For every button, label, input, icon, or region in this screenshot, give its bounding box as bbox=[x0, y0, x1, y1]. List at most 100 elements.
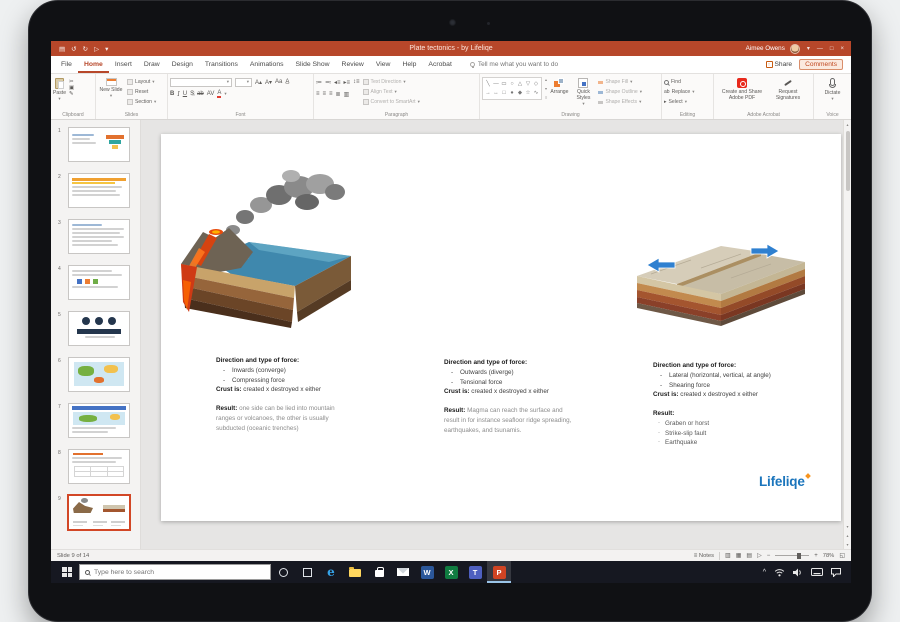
word-button[interactable]: W bbox=[415, 561, 439, 583]
tab-home[interactable]: Home bbox=[78, 56, 109, 73]
teams-button[interactable]: T bbox=[463, 561, 487, 583]
action-center-icon[interactable] bbox=[831, 568, 841, 577]
justify-button[interactable]: ≣ bbox=[336, 91, 341, 98]
minimize-icon[interactable]: — bbox=[817, 46, 823, 52]
reading-view-icon[interactable]: ▤ bbox=[746, 552, 752, 559]
close-icon[interactable]: × bbox=[840, 46, 844, 52]
replace-button[interactable]: abReplace▾ bbox=[664, 87, 695, 97]
notes-button[interactable]: ≡ Notes bbox=[694, 553, 714, 559]
section-button[interactable]: Section▾ bbox=[127, 97, 156, 107]
start-button[interactable] bbox=[55, 561, 79, 583]
tray-overflow-chevron-icon[interactable]: ^ bbox=[763, 569, 766, 576]
tab-file[interactable]: File bbox=[55, 56, 78, 73]
slide-thumbnail-5[interactable] bbox=[68, 311, 130, 346]
slide-thumbnail-7[interactable] bbox=[68, 403, 130, 438]
text-direction-button[interactable]: Text Direction▾ bbox=[363, 77, 420, 87]
slide-thumbnail-6[interactable] bbox=[68, 357, 130, 392]
select-button[interactable]: ▸Select▾ bbox=[664, 97, 695, 107]
grow-font-button[interactable]: A▴ bbox=[255, 79, 262, 86]
underline-button[interactable]: U bbox=[183, 91, 187, 97]
increase-indent-button[interactable]: ▸≡ bbox=[344, 79, 351, 86]
slide-thumbnail-8[interactable] bbox=[68, 449, 130, 484]
slide-sorter-view-icon[interactable]: ▦ bbox=[736, 552, 742, 559]
scroll-down-icon[interactable]: ▾ bbox=[844, 522, 851, 531]
numbering-button[interactable]: ≕ bbox=[325, 79, 331, 86]
cortana-button[interactable] bbox=[271, 561, 295, 583]
format-painter-icon[interactable]: ✎ bbox=[69, 91, 74, 97]
powerpoint-button-active[interactable]: P bbox=[487, 561, 511, 583]
shape-effects-button[interactable]: Shape Effects▾ bbox=[598, 97, 642, 107]
layout-button[interactable]: Layout▾ bbox=[127, 77, 156, 87]
next-slide-icon[interactable]: ▾ bbox=[844, 540, 851, 549]
shrink-font-button[interactable]: A▾ bbox=[265, 79, 272, 86]
zoom-out-icon[interactable]: − bbox=[767, 553, 771, 559]
taskbar-search-box[interactable] bbox=[79, 564, 271, 580]
line-spacing-button[interactable]: ↕≡ bbox=[353, 79, 360, 85]
canvas-scrollbar[interactable]: ▴ ▾ ▴ ▾ bbox=[843, 120, 851, 549]
store-button[interactable] bbox=[367, 561, 391, 583]
fault-block-image[interactable] bbox=[631, 234, 811, 346]
tab-insert[interactable]: Insert bbox=[109, 56, 138, 73]
tab-help[interactable]: Help bbox=[396, 56, 422, 73]
subduction-volcano-image[interactable] bbox=[179, 162, 354, 332]
tab-animations[interactable]: Animations bbox=[244, 56, 290, 73]
font-color-button[interactable]: A bbox=[217, 90, 221, 98]
request-signatures-button[interactable]: Request Signatures bbox=[768, 77, 808, 101]
align-text-button[interactable]: Align Text▾ bbox=[363, 87, 420, 97]
tab-draw[interactable]: Draw bbox=[138, 56, 166, 73]
find-button[interactable]: Find bbox=[664, 77, 695, 87]
tab-design[interactable]: Design bbox=[166, 56, 199, 73]
arrange-button[interactable]: Arrange bbox=[550, 77, 568, 95]
text-column-lateral[interactable]: Direction and type of force: -Lateral (h… bbox=[653, 361, 801, 448]
paste-button[interactable]: Paste ▾ bbox=[53, 77, 66, 101]
strikethrough-button[interactable]: ab bbox=[197, 91, 204, 97]
ribbon-options-icon[interactable]: ▾ bbox=[807, 45, 810, 52]
decrease-indent-button[interactable]: ◂≡ bbox=[334, 79, 341, 86]
slideshow-view-icon[interactable]: ▷ bbox=[757, 552, 762, 559]
zoom-slider[interactable] bbox=[775, 555, 809, 556]
start-slideshow-icon[interactable]: ▷ bbox=[94, 45, 99, 53]
share-button[interactable]: ↑ Share bbox=[766, 61, 793, 68]
restore-icon[interactable]: □ bbox=[830, 46, 834, 52]
previous-slide-icon[interactable]: ▴ bbox=[844, 531, 851, 540]
wifi-icon[interactable] bbox=[774, 568, 785, 577]
volume-icon[interactable] bbox=[793, 568, 803, 577]
bullets-button[interactable]: ≔ bbox=[316, 79, 322, 86]
shape-outline-button[interactable]: Shape Outline▾ bbox=[598, 87, 642, 97]
font-name-combobox[interactable]: ▾ bbox=[170, 78, 232, 87]
new-slide-button[interactable]: New Slide ▾ bbox=[98, 77, 124, 98]
convert-smartart-button[interactable]: Convert to SmartArt▾ bbox=[363, 97, 420, 107]
taskbar-search-input[interactable] bbox=[94, 569, 244, 576]
italic-button[interactable]: I bbox=[177, 91, 179, 98]
slide-thumbnail-4[interactable] bbox=[68, 265, 130, 300]
shapes-gallery-scroll[interactable]: ▴ ▾ ≡ bbox=[545, 77, 547, 100]
normal-view-icon[interactable]: ▥ bbox=[725, 552, 731, 559]
text-shadow-button[interactable]: S bbox=[190, 91, 194, 97]
redo-icon[interactable]: ↻ bbox=[83, 45, 88, 53]
scrollbar-thumb[interactable] bbox=[846, 131, 850, 191]
current-slide[interactable]: Direction and type of force: -Inwards (c… bbox=[161, 134, 841, 521]
file-explorer-button[interactable] bbox=[343, 561, 367, 583]
quick-styles-button[interactable]: Quick Styles ▾ bbox=[571, 77, 595, 106]
columns-button[interactable]: ▥ bbox=[344, 91, 350, 98]
dictate-button[interactable]: Dictate ▾ bbox=[825, 77, 841, 101]
tab-acrobat[interactable]: Acrobat bbox=[422, 56, 457, 73]
text-column-diverge[interactable]: Direction and type of force: -Outwards (… bbox=[444, 358, 576, 435]
task-view-button[interactable] bbox=[295, 561, 319, 583]
character-spacing-button[interactable]: AV bbox=[207, 91, 215, 97]
scroll-up-icon[interactable]: ▴ bbox=[844, 120, 851, 129]
change-case-button[interactable]: Aa bbox=[275, 79, 282, 85]
mail-button[interactable] bbox=[391, 561, 415, 583]
tell-me-input[interactable] bbox=[478, 61, 586, 68]
shape-fill-button[interactable]: Shape Fill▾ bbox=[598, 77, 642, 87]
bold-button[interactable]: B bbox=[170, 91, 174, 97]
slide-thumbnail-3[interactable] bbox=[68, 219, 130, 254]
tab-slide-show[interactable]: Slide Show bbox=[290, 56, 336, 73]
save-icon[interactable]: ▤ bbox=[59, 45, 65, 53]
comments-button[interactable]: Comments bbox=[799, 59, 843, 70]
slide-thumbnail-9-selected[interactable] bbox=[68, 495, 130, 530]
align-left-button[interactable]: ≡ bbox=[316, 91, 320, 97]
shapes-gallery[interactable]: ╲—▭○△▽◇ →↔□●◆☆∿ bbox=[482, 77, 542, 100]
zoom-slider-thumb[interactable] bbox=[797, 553, 801, 559]
clear-formatting-button[interactable]: A̲ bbox=[285, 79, 289, 85]
